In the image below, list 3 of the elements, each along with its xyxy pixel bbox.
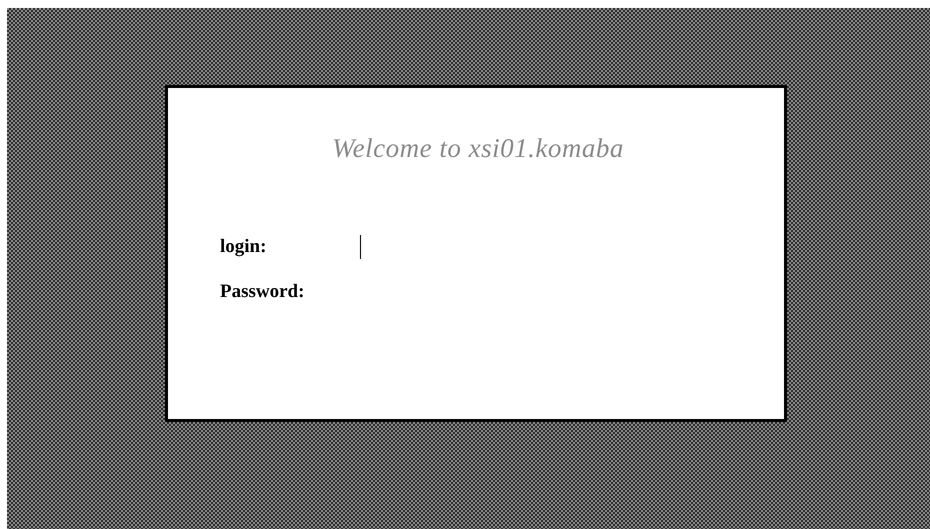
field-label: Password: xyxy=(220,280,306,302)
welcome-title: Welcome to xsi01.komaba xyxy=(332,133,624,164)
field-label: login: xyxy=(220,236,268,258)
